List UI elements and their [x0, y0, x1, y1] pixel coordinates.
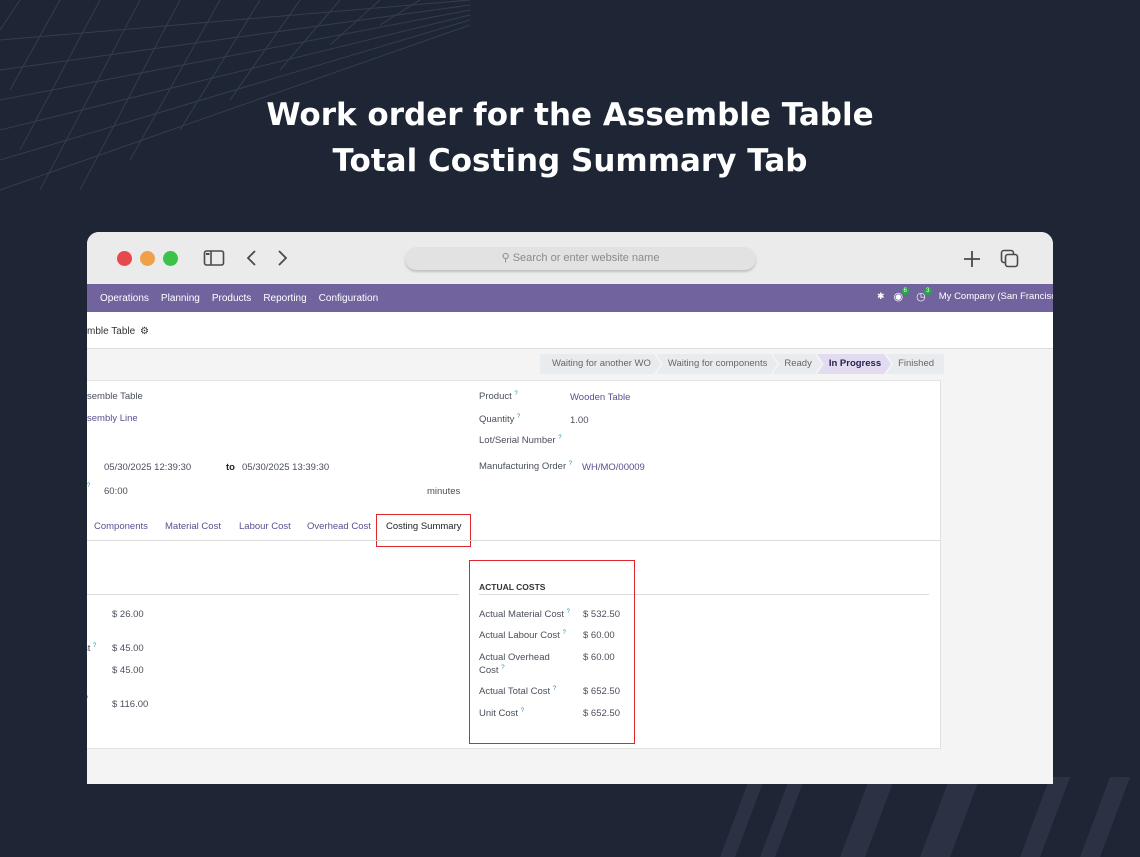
date-end-value[interactable]: 05/30/2025 13:39:30	[242, 462, 329, 473]
planned-labour-cost-label-text: st	[87, 643, 91, 655]
tab-labour-cost[interactable]: Labour Cost	[239, 521, 291, 532]
status-stage-ready[interactable]: Ready	[772, 354, 821, 374]
actual-costs-highlight-box	[469, 560, 635, 744]
help-icon: ?	[517, 414, 521, 420]
planned-total-cost-value: $ 116.00	[112, 699, 149, 710]
quantity-value[interactable]: 1.00	[570, 415, 589, 426]
headline: Work order for the Assemble Table Total …	[0, 92, 1140, 184]
forward-arrow-icon[interactable]	[275, 248, 289, 268]
quantity-label: Quantity ?	[479, 414, 520, 425]
search-icon: ⚲	[501, 252, 510, 264]
app-navbar: Operations Planning Products Reporting C…	[87, 284, 1053, 312]
status-stage-waiting-another-wo[interactable]: Waiting for another WO	[540, 354, 661, 374]
menu-item-products[interactable]: Products	[212, 293, 251, 304]
manufacturing-order-value[interactable]: WH/MO/00009	[582, 462, 645, 473]
work-order-name-value[interactable]: semble Table	[87, 391, 143, 402]
maximize-window-button[interactable]	[163, 251, 178, 266]
help-icon: ?	[568, 461, 573, 467]
menu-item-planning[interactable]: Planning	[161, 293, 200, 304]
manufacturing-order-label: Manufacturing Order ?	[479, 461, 572, 472]
status-stage-finished[interactable]: Finished	[886, 354, 945, 374]
duration-unit: minutes	[427, 486, 461, 497]
browser-titlebar: ⚲ Search or enter website name	[87, 232, 1053, 284]
status-stage-in-progress[interactable]: In Progress	[817, 354, 891, 374]
planned-costs-divider	[87, 594, 459, 595]
product-label-text: Product	[479, 391, 512, 403]
quantity-label-text: Quantity	[479, 414, 515, 426]
address-bar[interactable]: ⚲ Search or enter website name	[405, 247, 756, 270]
date-start-value[interactable]: 05/30/2025 12:39:30	[104, 462, 191, 473]
manufacturing-order-label-text: Manufacturing Order	[479, 461, 567, 473]
duration-help-icon: ?	[87, 483, 91, 489]
activities-count-badge: 3	[924, 287, 932, 295]
tabs-divider	[87, 540, 941, 541]
browser-window: ⚲ Search or enter website name Operation…	[87, 232, 1053, 784]
menu-item-configuration[interactable]: Configuration	[319, 293, 378, 304]
form-sheet: semble Table sembly Line 05/30/2025 12:3…	[87, 380, 941, 749]
lot-serial-label: Lot/Serial Number ?	[479, 435, 562, 446]
back-arrow-icon[interactable]	[245, 248, 259, 268]
address-placeholder: Search or enter website name	[512, 252, 660, 264]
planned-total-help-icon: ?	[87, 696, 88, 707]
duration-value[interactable]: 60:00	[104, 486, 128, 497]
navbar-systray: ✱ ◉ 6 ◷ 3 My Company (San Francisco)	[877, 287, 1053, 303]
help-icon: ?	[558, 435, 562, 441]
date-to-label: to	[226, 462, 235, 473]
help-icon: ?	[514, 391, 518, 397]
product-label: Product ?	[479, 391, 518, 402]
background-stripes-decoration	[720, 777, 1130, 857]
close-window-button[interactable]	[117, 251, 132, 266]
tabs-overview-icon[interactable]	[999, 248, 1021, 270]
planned-labour-cost-label: st ?	[87, 643, 96, 654]
tab-components[interactable]: Components	[94, 521, 148, 532]
planned-labour-cost-value: $ 45.00	[112, 643, 144, 654]
status-bar: Waiting for another WO Waiting for compo…	[540, 354, 945, 374]
status-stage-waiting-components[interactable]: Waiting for components	[656, 354, 777, 374]
activities-clock-icon[interactable]: ◷ 3	[916, 287, 932, 303]
tab-overhead-cost[interactable]: Overhead Cost	[307, 521, 371, 532]
planned-material-cost-value: $ 26.00	[112, 609, 144, 620]
gear-icon[interactable]: ⚙	[140, 326, 149, 337]
tab-highlight-box	[376, 514, 471, 547]
bug-icon[interactable]: ✱	[877, 291, 885, 302]
product-value[interactable]: Wooden Table	[570, 392, 630, 403]
help-icon: ?	[93, 643, 97, 649]
headline-line-2: Total Costing Summary Tab	[332, 143, 808, 179]
menu-item-operations[interactable]: Operations	[100, 293, 149, 304]
lot-serial-label-text: Lot/Serial Number	[479, 435, 556, 447]
new-tab-plus-icon[interactable]	[961, 248, 983, 270]
headline-line-1: Work order for the Assemble Table	[266, 97, 874, 133]
workcenter-value[interactable]: sembly Line	[87, 413, 138, 424]
sidebar-toggle-icon[interactable]	[203, 248, 225, 268]
tab-material-cost[interactable]: Material Cost	[165, 521, 221, 532]
breadcrumb: mble Table ⚙	[87, 312, 1053, 349]
menu-item-reporting[interactable]: Reporting	[263, 293, 306, 304]
page-title[interactable]: mble Table	[87, 326, 135, 337]
messages-count-badge: 6	[901, 287, 909, 295]
planned-overhead-cost-value: $ 45.00	[112, 665, 144, 676]
company-switcher[interactable]: My Company (San Francisco)	[939, 291, 1053, 302]
messages-icon[interactable]: ◉ 6	[894, 287, 909, 303]
main-menu: Operations Planning Products Reporting C…	[100, 293, 378, 304]
minimize-window-button[interactable]	[140, 251, 155, 266]
